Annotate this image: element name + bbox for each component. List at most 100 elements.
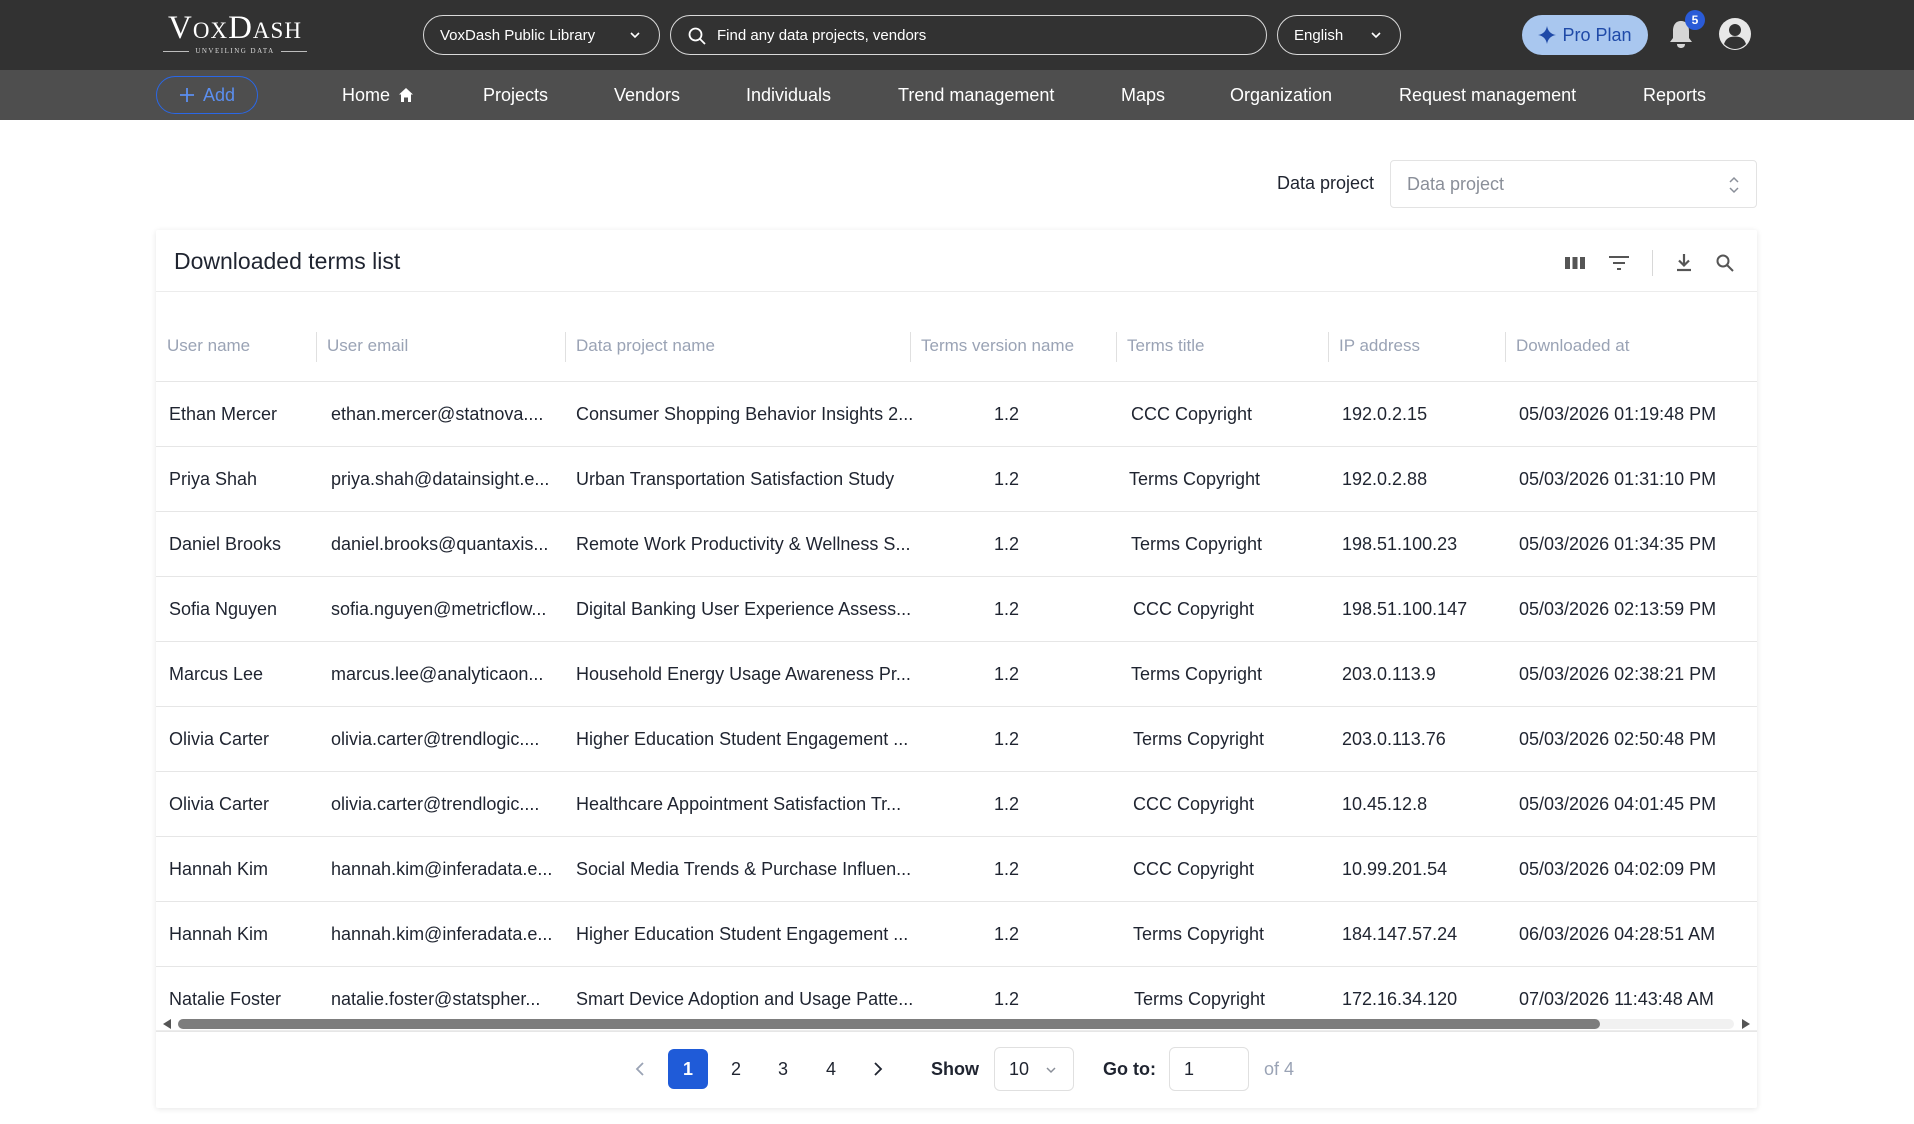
- nav-home[interactable]: Home: [342, 84, 414, 106]
- chevron-down-icon: [1046, 1067, 1056, 1074]
- cell-user-email: ethan.mercer@statnova....: [331, 403, 544, 424]
- search-placeholder: Find any data projects, vendors: [717, 26, 927, 44]
- user-avatar-icon[interactable]: [1718, 17, 1752, 51]
- page-4-button[interactable]: 4: [811, 1049, 851, 1089]
- cell-data-project-name: Higher Education Student Engagement ...: [576, 728, 909, 749]
- scroll-left-icon[interactable]: [162, 1018, 172, 1030]
- pro-plan-button[interactable]: Pro Plan: [1522, 15, 1648, 55]
- horizontal-scrollbar[interactable]: [156, 1016, 1757, 1030]
- table-row[interactable]: Ethan Mercer ethan.mercer@statnova.... Con…: [156, 382, 1757, 447]
- cell-terms-version: 1.2: [994, 598, 1020, 619]
- cell-user-name: Daniel Brooks: [169, 533, 282, 554]
- nav-individuals[interactable]: Individuals: [746, 84, 831, 106]
- table-row[interactable]: Olivia Carter olivia.carter@trendlogic...…: [156, 707, 1757, 772]
- nav-request-management[interactable]: Request management: [1399, 84, 1576, 106]
- column-header-data-project-name[interactable]: Data project name: [565, 310, 891, 382]
- show-label: Show: [931, 1059, 979, 1079]
- cell-user-name: Marcus Lee: [169, 663, 264, 684]
- add-button[interactable]: Add: [156, 76, 258, 114]
- filter-icon[interactable]: [1608, 254, 1630, 272]
- page-1-button[interactable]: 1: [668, 1049, 708, 1089]
- cell-ip-address: 10.45.12.8: [1342, 793, 1428, 814]
- total-pages-label: of 4: [1264, 1059, 1295, 1079]
- cell-terms-title: Terms Copyright: [1131, 663, 1263, 684]
- table-row[interactable]: Marcus Lee marcus.lee@analyticaon... House…: [156, 642, 1757, 707]
- table-header: User name User email Data project name T…: [156, 310, 1757, 382]
- cell-user-name: Sofia Nguyen: [169, 598, 278, 619]
- goto-page-input[interactable]: 1: [1169, 1047, 1249, 1091]
- library-select-value: VoxDash Public Library: [440, 26, 596, 44]
- cell-downloaded-at: 05/03/2026 02:38:21 PM: [1519, 663, 1717, 684]
- cell-ip-address: 203.0.113.76: [1342, 728, 1446, 749]
- cell-data-project-name: Remote Work Productivity & Wellness S...: [576, 533, 911, 554]
- cell-terms-version: 1.2: [994, 403, 1020, 424]
- voxdash-logo[interactable]: VoxDash UNVEILING DATA: [156, 10, 314, 60]
- language-select[interactable]: English: [1277, 15, 1401, 55]
- chevron-down-icon: [630, 32, 640, 39]
- cell-terms-title: Terms Copyright: [1133, 728, 1265, 749]
- cell-downloaded-at: 05/03/2026 02:13:59 PM: [1519, 598, 1717, 619]
- table-row[interactable]: Olivia Carter olivia.carter@trendlogic...…: [156, 772, 1757, 837]
- cell-user-email: hannah.kim@inferadata.e...: [331, 858, 553, 879]
- columns-icon[interactable]: [1564, 254, 1586, 272]
- cell-terms-title: Terms Copyright: [1133, 923, 1265, 944]
- nav-projects[interactable]: Projects: [483, 84, 548, 106]
- page-size-value: 10: [1009, 1058, 1030, 1079]
- pagination: 1 2 3 4 Show 10 Go to: 1 of 4: [156, 1030, 1757, 1108]
- cell-user-name: Priya Shah: [169, 468, 258, 489]
- library-select[interactable]: VoxDash Public Library: [423, 15, 660, 55]
- cell-terms-title: CCC Copyright: [1133, 858, 1255, 879]
- cell-terms-version: 1.2: [994, 468, 1020, 489]
- cell-terms-title: CCC Copyright: [1133, 598, 1255, 619]
- next-page-button[interactable]: [858, 1049, 898, 1089]
- search-icon[interactable]: [1715, 253, 1735, 273]
- cell-ip-address: 10.99.201.54: [1342, 858, 1448, 879]
- cell-downloaded-at: 06/03/2026 04:28:51 AM: [1519, 923, 1716, 944]
- table-row[interactable]: Daniel Brooks daniel.brooks@quantaxis... R…: [156, 512, 1757, 577]
- logo-tagline: UNVEILING DATA: [195, 47, 275, 55]
- nav-maps[interactable]: Maps: [1121, 84, 1165, 106]
- cell-terms-title: CCC Copyright: [1133, 793, 1255, 814]
- cell-terms-version: 1.2: [994, 923, 1020, 944]
- column-header-user-name[interactable]: User name: [156, 310, 316, 382]
- cell-user-name: Olivia Carter: [169, 793, 270, 814]
- cell-user-email: marcus.lee@analyticaon...: [331, 663, 544, 684]
- card-title: Downloaded terms list: [174, 248, 401, 274]
- column-header-user-email[interactable]: User email: [316, 310, 564, 382]
- top-bar: VoxDash UNVEILING DATA VoxDash Public Li…: [0, 0, 1914, 70]
- download-icon[interactable]: [1675, 253, 1693, 273]
- nav-vendors[interactable]: Vendors: [614, 84, 680, 106]
- table-row[interactable]: Hannah Kim hannah.kim@inferadata.e... High…: [156, 902, 1757, 967]
- nav-organization[interactable]: Organization: [1230, 84, 1332, 106]
- scrollbar-thumb[interactable]: [178, 1019, 1600, 1029]
- pro-plan-label: Pro Plan: [1562, 24, 1632, 45]
- cell-user-email: olivia.carter@trendlogic....: [331, 793, 540, 814]
- data-project-select[interactable]: Data project: [1390, 160, 1757, 208]
- page-2-button[interactable]: 2: [716, 1049, 756, 1089]
- scroll-right-icon[interactable]: [1741, 1018, 1751, 1030]
- cell-ip-address: 198.51.100.23: [1342, 533, 1458, 554]
- chevron-left-icon: [635, 1062, 644, 1076]
- column-header-downloaded-at[interactable]: Downloaded at: [1505, 310, 1757, 382]
- table-row[interactable]: Sofia Nguyen sofia.nguyen@metricflow... Di…: [156, 577, 1757, 642]
- cell-terms-version: 1.2: [994, 858, 1020, 879]
- table-row[interactable]: Priya Shah priya.shah@datainsight.e... Urb…: [156, 447, 1757, 512]
- cell-ip-address: 192.0.2.15: [1342, 403, 1428, 424]
- cell-user-email: daniel.brooks@quantaxis...: [331, 533, 549, 554]
- cell-terms-title: CCC Copyright: [1131, 403, 1253, 424]
- column-header-terms-title[interactable]: Terms title: [1116, 310, 1327, 382]
- prev-page-button[interactable]: [620, 1049, 660, 1089]
- page-3-button[interactable]: 3: [763, 1049, 803, 1089]
- search-input[interactable]: Find any data projects, vendors: [670, 15, 1267, 55]
- cell-user-name: Ethan Mercer: [169, 403, 278, 424]
- table-row[interactable]: Hannah Kim hannah.kim@inferadata.e... Soci…: [156, 837, 1757, 902]
- nav-reports[interactable]: Reports: [1643, 84, 1706, 106]
- cell-terms-version: 1.2: [994, 663, 1020, 684]
- goto-label: Go to:: [1103, 1059, 1156, 1079]
- nav-trend-management[interactable]: Trend management: [898, 84, 1054, 106]
- column-header-ip-address[interactable]: IP address: [1328, 310, 1505, 382]
- column-header-terms-version-name[interactable]: Terms version name: [910, 310, 1116, 382]
- page-size-select[interactable]: 10: [994, 1047, 1074, 1091]
- plus-icon: [179, 88, 194, 102]
- cell-user-email: olivia.carter@trendlogic....: [331, 728, 540, 749]
